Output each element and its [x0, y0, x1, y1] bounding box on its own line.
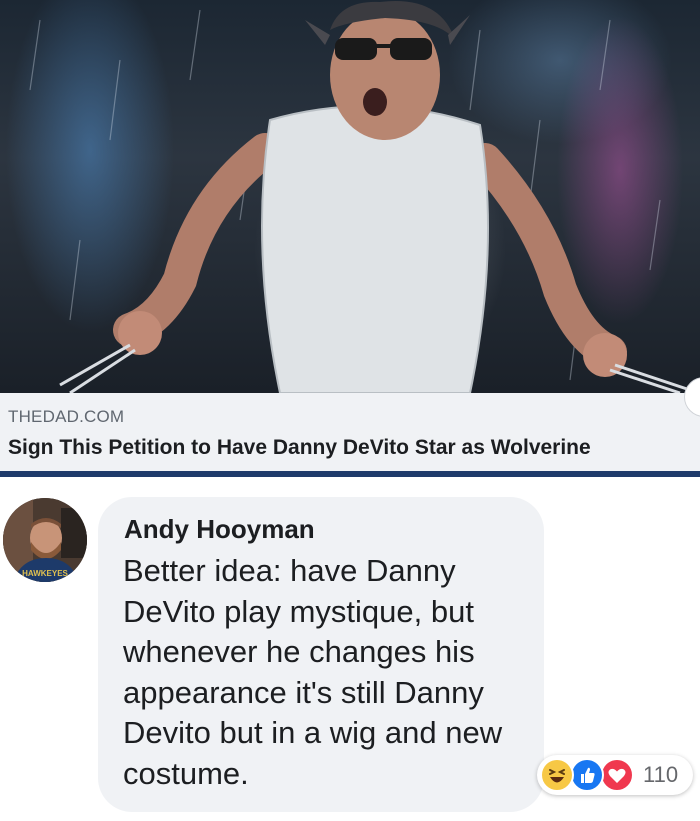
avatar[interactable]: HAWKEYES — [3, 498, 87, 582]
like-icon — [570, 758, 604, 792]
link-preview-image[interactable] — [0, 0, 700, 393]
comment-author[interactable]: Andy Hooyman — [124, 514, 315, 545]
link-title[interactable]: Sign This Petition to Have Danny DeVito … — [8, 436, 591, 460]
comment-bubble: Andy Hooyman Better idea: have Danny DeV… — [98, 497, 544, 812]
svg-text:HAWKEYES: HAWKEYES — [22, 569, 68, 578]
wolverine-photo-illustration — [29, 1, 691, 393]
reaction-count: 110 — [643, 762, 679, 787]
comment-text: Better idea: have Danny DeVito play myst… — [123, 553, 503, 791]
reactions-summary[interactable]: 110 — [537, 755, 693, 795]
love-icon — [600, 758, 634, 792]
profile-photo: HAWKEYES — [3, 498, 87, 582]
link-domain: THEDAD.COM — [8, 407, 125, 426]
link-preview-card[interactable]: THEDAD.COM Sign This Petition to Have Da… — [0, 393, 700, 477]
haha-icon — [540, 758, 574, 792]
